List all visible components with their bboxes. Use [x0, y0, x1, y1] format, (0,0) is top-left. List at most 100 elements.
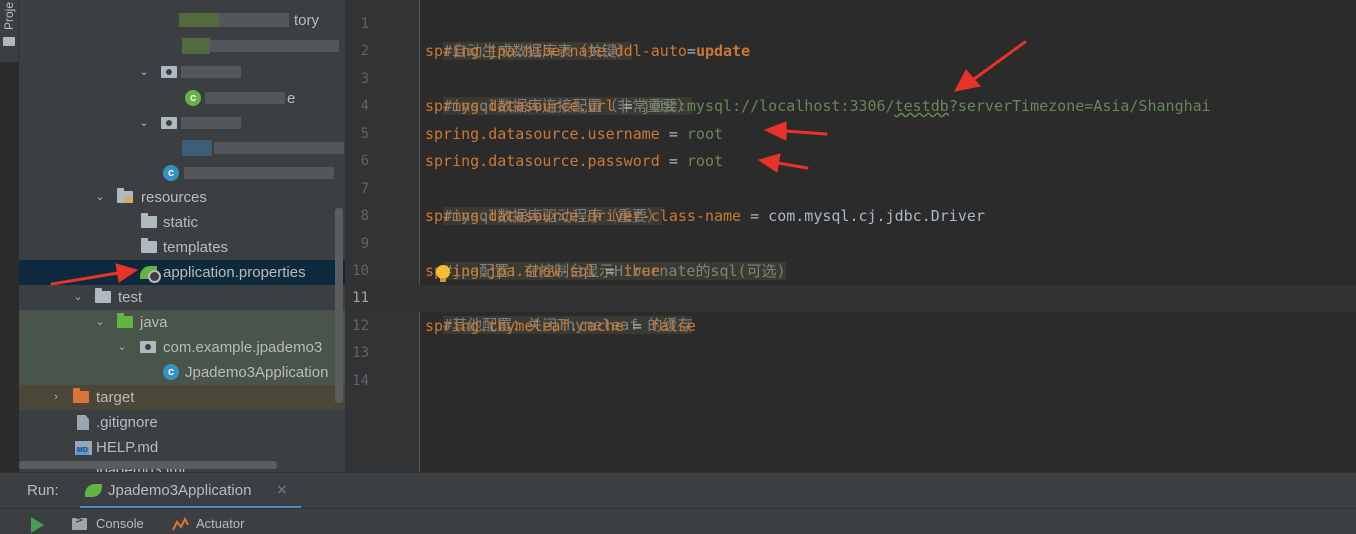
- property-value: root: [686, 125, 724, 143]
- close-icon[interactable]: ×: [276, 482, 288, 498]
- blurred-region: [205, 92, 285, 104]
- line-number: 14: [352, 373, 369, 389]
- code-line-5[interactable]: spring.datasource.username = root: [425, 121, 723, 148]
- tree-item-templates[interactable]: templates: [19, 235, 345, 260]
- blurred-region: [219, 13, 289, 27]
- tree-item-jpademo3application[interactable]: c Jpademo3Application: [19, 360, 345, 385]
- chevron-down-icon[interactable]: ⌄: [93, 185, 107, 210]
- project-vertical-scrollbar[interactable]: [335, 208, 343, 403]
- test-source-folder-icon: [117, 313, 133, 328]
- property-value: jdbc:mysql://localhost:3306/: [641, 97, 895, 115]
- line-number: 2: [360, 43, 369, 59]
- blurred-region: [181, 117, 241, 129]
- run-play-icon[interactable]: [31, 517, 44, 533]
- code-line-4[interactable]: spring.datasource.url = jdbc:mysql://loc…: [425, 93, 1211, 120]
- actuator-icon[interactable]: [172, 517, 189, 531]
- chevron-down-icon[interactable]: ⌄: [137, 111, 151, 136]
- code-line-1[interactable]: #自动生成数据库表（关键）: [425, 11, 633, 60]
- blurred-region: [214, 142, 344, 154]
- operator: =: [623, 317, 651, 335]
- operator: =: [614, 97, 642, 115]
- tree-row-obscured-4[interactable]: c e: [19, 86, 345, 111]
- code-line-2[interactable]: spring.jpa.hibernate.ddl-auto=update: [425, 38, 750, 65]
- run-config-name: Jpademo3Application: [108, 482, 252, 499]
- tree-item-label: Jpademo3Application: [185, 364, 329, 381]
- line-number: 1: [360, 16, 369, 32]
- resources-folder-icon: [117, 188, 133, 203]
- code-line-7[interactable]: #mysql数据库驱动程序（重要）: [425, 176, 663, 225]
- lightbulb-icon[interactable]: [436, 265, 450, 282]
- property-value: root: [686, 152, 724, 170]
- line-number: 12: [352, 318, 369, 334]
- tree-item-help-md[interactable]: MD HELP.md: [19, 435, 345, 460]
- tree-item-static[interactable]: static: [19, 210, 345, 235]
- tree-item-test[interactable]: ⌄ test: [19, 285, 345, 310]
- run-config-tab[interactable]: Jpademo3Application ×: [80, 473, 301, 509]
- tree-row-obscured-2[interactable]: [19, 34, 345, 59]
- property-value: false: [650, 317, 696, 335]
- class-icon: c: [163, 364, 179, 380]
- tree-item-target[interactable]: › target: [19, 385, 345, 410]
- code-line-3[interactable]: #mysql数据库连接配置（非常重要）: [425, 66, 693, 115]
- console-icon[interactable]: [72, 515, 87, 530]
- actuator-tab[interactable]: Actuator: [196, 516, 244, 531]
- operator: =: [686, 42, 696, 60]
- property-value: true: [623, 262, 660, 280]
- chevron-right-icon[interactable]: ›: [49, 385, 63, 410]
- property-key: spring.datasource.driver-class-name: [425, 207, 742, 225]
- excluded-folder-icon: [73, 388, 89, 403]
- property-value: com.mysql.cj.jdbc.Driver: [768, 207, 985, 225]
- tree-item-label: .gitignore: [96, 414, 158, 431]
- tree-item-label: static: [163, 214, 199, 231]
- blurred-region: [184, 167, 334, 179]
- tree-row-obscured-6[interactable]: [19, 136, 345, 161]
- line-number: 8: [360, 208, 369, 224]
- operator: =: [659, 125, 687, 143]
- code-line-8[interactable]: spring.datasource.driver-class-name = co…: [425, 203, 985, 230]
- chevron-down-icon[interactable]: ⌄: [115, 335, 129, 360]
- line-number: 13: [352, 345, 369, 361]
- code-line-9[interactable]: #jpa配置：在控制台显示Hibernate的sql(可选): [425, 231, 786, 280]
- tree-item-package[interactable]: ⌄ com.example.jpademo3: [19, 335, 345, 360]
- tree-row-obscured-7[interactable]: c: [19, 161, 345, 186]
- chevron-down-icon[interactable]: ⌄: [137, 60, 151, 85]
- property-value: update: [695, 42, 751, 60]
- run-label: Run:: [27, 482, 59, 499]
- line-number: 3: [360, 71, 369, 87]
- property-key: spring.datasource.username: [425, 125, 660, 143]
- console-tab[interactable]: Console: [96, 516, 144, 531]
- property-value: ?serverTimezone=Asia/Shanghai: [948, 97, 1211, 115]
- line-number: 7: [360, 181, 369, 197]
- code-line-6[interactable]: spring.datasource.password = root: [425, 148, 723, 175]
- line-number: 6: [360, 153, 369, 169]
- chevron-down-icon[interactable]: ⌄: [93, 310, 107, 335]
- package-icon: [140, 341, 156, 353]
- chevron-down-icon[interactable]: ⌄: [71, 285, 85, 310]
- folder-icon: [3, 37, 15, 46]
- code-line-11[interactable]: #其他配置：关闭Thymeleaf 的缓存: [425, 285, 693, 334]
- tree-item-label: test: [118, 289, 143, 306]
- spring-boot-icon: [85, 484, 102, 497]
- tree-item-label: target: [96, 389, 135, 406]
- run-tool-window-header: Run: Jpademo3Application ×: [0, 472, 1356, 509]
- project-tool-label[interactable]: Proje: [2, 2, 16, 30]
- tree-item-application-properties[interactable]: application.properties: [19, 260, 345, 285]
- partial-label: e: [287, 90, 296, 107]
- code-line-12[interactable]: spring.thymeleaf.cache = false: [425, 313, 696, 340]
- line-number: 10: [352, 263, 369, 279]
- tree-item-resources[interactable]: ⌄ resources: [19, 185, 345, 210]
- tree-row-obscured-1[interactable]: tory: [19, 8, 345, 33]
- tree-item-label: java: [140, 314, 168, 331]
- property-key: spring.jpa.show-sql: [425, 262, 597, 280]
- tree-row-obscured-5[interactable]: ⌄: [19, 111, 345, 136]
- blurred-region: [182, 38, 210, 54]
- blurred-region: [179, 13, 219, 27]
- run-toolbar: Console Actuator: [0, 508, 1356, 534]
- project-tool-strip[interactable]: Proje: [0, 0, 19, 62]
- tree-row-obscured-3[interactable]: ⌄: [19, 60, 345, 85]
- class-icon: c: [163, 165, 179, 181]
- tree-item-java[interactable]: ⌄ java: [19, 310, 345, 335]
- project-horizontal-scrollbar[interactable]: [19, 461, 277, 469]
- tree-item-gitignore[interactable]: .gitignore: [19, 410, 345, 435]
- code-line-10[interactable]: spring.jpa.show-sql = true: [425, 258, 660, 285]
